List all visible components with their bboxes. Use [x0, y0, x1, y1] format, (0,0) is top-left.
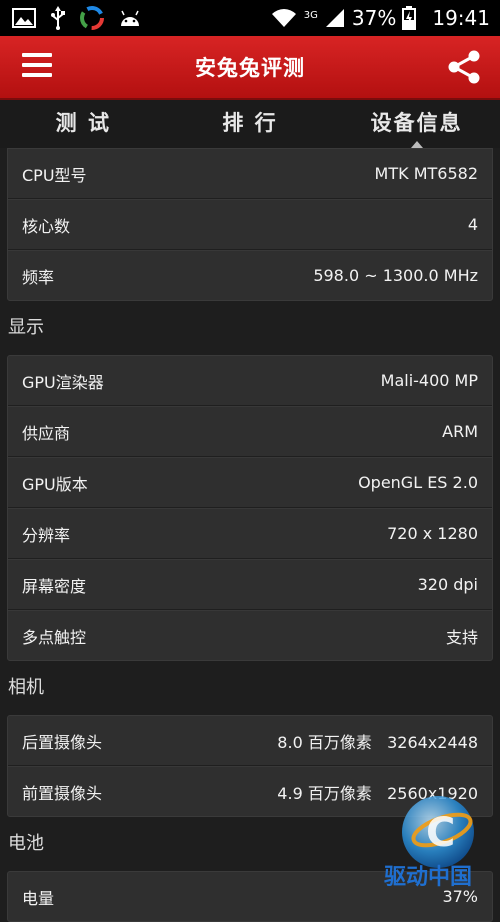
- row-value: 598.0 ~ 1300.0 MHz: [313, 266, 478, 285]
- row-label: 供应商: [22, 423, 71, 443]
- clock: 19:41: [432, 6, 490, 30]
- row-value: ARM: [442, 422, 478, 441]
- watermark-logo: C 驱动中国: [384, 796, 474, 888]
- info-row-rear-camera: 后置摄像头 8.0 百万像素 3264x2448: [8, 716, 492, 766]
- info-row-gpu-version: GPU版本 OpenGL ES 2.0: [8, 457, 492, 508]
- row-value: MTK MT6582: [374, 164, 478, 183]
- tab-bar: 测 试 排 行 设备信息: [0, 100, 500, 148]
- row-label: CPU型号: [22, 165, 87, 185]
- tab-ranking[interactable]: 排 行: [167, 100, 334, 148]
- wifi-icon: [271, 9, 296, 27]
- battery-percent: 37%: [351, 6, 397, 30]
- battery-charging-icon: [402, 6, 417, 30]
- row-label: GPU版本: [22, 474, 88, 494]
- row-value: 支持: [445, 627, 478, 647]
- row-value: 37%: [442, 887, 478, 906]
- display-card: GPU渲染器 Mali-400 MP 供应商 ARM GPU版本 OpenGL …: [7, 355, 493, 661]
- row-label: 后置摄像头: [22, 732, 103, 752]
- info-row-multitouch: 多点触控 支持: [8, 610, 492, 660]
- row-value: 320 dpi: [417, 575, 478, 594]
- svg-text:C: C: [426, 810, 455, 856]
- row-label: 屏幕密度: [22, 576, 87, 596]
- row-label: 分辨率: [22, 525, 71, 545]
- cpu-card: CPU型号 MTK MT6582 核心数 4 频率 598.0 ~ 1300.0…: [7, 148, 493, 301]
- row-value: 4: [467, 215, 478, 234]
- tab-device-info[interactable]: 设备信息: [333, 100, 500, 148]
- signal-icon: [325, 9, 344, 27]
- watermark-text: 驱动中国: [384, 865, 472, 888]
- tab-test[interactable]: 测 试: [0, 100, 167, 148]
- info-row-vendor: 供应商 ARM: [8, 406, 492, 457]
- row-label: 频率: [22, 267, 55, 287]
- section-title-display: 显示: [8, 317, 44, 338]
- app-header: 安兔兔评测: [0, 36, 500, 100]
- info-row-gpu-renderer: GPU渲染器 Mali-400 MP: [8, 356, 492, 406]
- usb-icon: [51, 6, 65, 30]
- row-value: OpenGL ES 2.0: [358, 473, 478, 492]
- android-debug-icon: [121, 10, 139, 26]
- section-title-camera: 相机: [8, 677, 44, 698]
- info-row-screen-density: 屏幕密度 320 dpi: [8, 559, 492, 610]
- row-label: 核心数: [22, 216, 71, 236]
- info-row-cpu-model: CPU型号 MTK MT6582: [8, 149, 492, 199]
- app-logo-icon: [80, 6, 104, 30]
- row-label: 多点触控: [22, 627, 87, 647]
- info-row-resolution: 分辨率 720 x 1280: [8, 508, 492, 559]
- app-title: 安兔兔评测: [195, 56, 305, 80]
- share-icon[interactable]: [446, 50, 482, 84]
- status-bar: 3G 37% 19:41: [0, 0, 500, 36]
- info-row-frequency: 频率 598.0 ~ 1300.0 MHz: [8, 250, 492, 300]
- gallery-icon: [12, 8, 36, 28]
- row-value: Mali-400 MP: [380, 371, 478, 390]
- row-label: 前置摄像头: [22, 783, 103, 803]
- network-type: 3G: [303, 10, 318, 21]
- info-row-cores: 核心数 4: [8, 199, 492, 250]
- row-label: GPU渲染器: [22, 372, 104, 392]
- row-value: 8.0 百万像素 3264x2448: [277, 732, 478, 752]
- menu-icon[interactable]: [22, 53, 52, 79]
- row-value: 720 x 1280: [387, 524, 478, 543]
- row-label: 电量: [22, 888, 55, 908]
